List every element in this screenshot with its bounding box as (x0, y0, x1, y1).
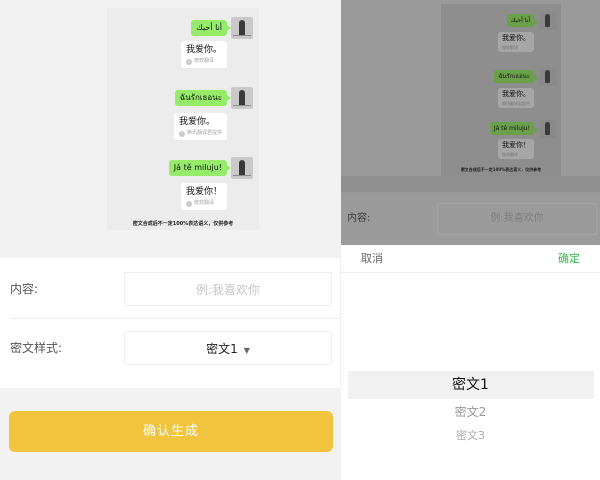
chat-preview-image-dimmed: أنا أحبك 我爱你。 微软翻译 ฉันรักเธอนะ 我爱你。 腾讯翻译… (441, 4, 561, 176)
content-label: 内容: (10, 282, 39, 296)
translation-card: 我爱你。 ✓ 微软翻译 (180, 41, 227, 68)
translation-source: 微软翻译 (502, 152, 518, 157)
chat-message: أنا أحبك 我爱你。 微软翻译 (441, 4, 561, 60)
foreign-text-bubble: أنا أحبك (506, 14, 539, 27)
foreign-text-bubble: ฉันรักเธอนะ (494, 70, 538, 83)
picker-option[interactable]: 密文3 (341, 426, 600, 446)
picker-toolbar: 取消 确定 (341, 245, 600, 273)
avatar (231, 17, 253, 39)
style-select[interactable]: 密文1 ▼ (124, 331, 332, 365)
translation-source: ✓ 腾讯翻译君提供 (178, 130, 222, 137)
content-label: 内容: (347, 213, 371, 224)
foreign-text-bubble: أنا أحبك (191, 20, 231, 36)
content-input: 例:我喜欢你 (437, 203, 597, 235)
generator-page: أنا أحبك 我爱你。 ✓ 微软翻译 ฉันรักเธอนะ 我爱你。 ✓ 腾讯… (0, 0, 340, 480)
check-icon: ✓ (185, 200, 192, 207)
style-row: 密文样式: 密文1 ▼ (0, 319, 340, 377)
translation-text: 我爱你。 (178, 117, 215, 127)
translation-card: 我爱你！ ✓ 微软翻译 (180, 183, 227, 210)
chat-message: أنا أحبك 我爱你。 ✓ 微软翻译 (107, 8, 259, 78)
foreign-text-bubble: ฉันรักเธอนะ (174, 90, 232, 106)
translation-card: 我爱你。 微软翻译 (498, 32, 534, 52)
translation-card: 我爱你。 ✓ 腾讯翻译君提供 (173, 113, 227, 140)
style-select-value: 密文1 (206, 342, 238, 356)
chat-message: Já tě miluju! 我爱你！ 微软翻译 (441, 114, 561, 168)
chat-preview-image: أنا أحبك 我爱你。 ✓ 微软翻译 ฉันรักเธอนะ 我爱你。 ✓ 腾讯… (107, 8, 259, 230)
avatar (231, 157, 253, 179)
translation-text: 我爱你。 (502, 90, 530, 98)
translation-source: ✓ 微软翻译 (185, 58, 214, 65)
cancel-button[interactable]: 取消 (361, 245, 383, 273)
translation-source: 腾讯翻译君提供 (502, 101, 530, 106)
disclaimer-text: 密文合成后不一定100%表达语义，仅供参考 (460, 167, 542, 172)
check-icon: ✓ (185, 58, 192, 65)
translation-source: ✓ 微软翻译 (185, 200, 214, 207)
translation-text: 我爱你。 (502, 34, 530, 42)
content-row-dimmed: 内容: 例:我喜欢你 (341, 195, 600, 245)
overlay-gap (341, 176, 600, 192)
translation-text: 我爱你！ (185, 187, 222, 197)
confirm-button[interactable]: 确定 (558, 245, 580, 273)
content-row: 内容: 例:我喜欢你 (0, 260, 340, 319)
confirm-generate-button[interactable]: 确认生成 (9, 411, 333, 452)
picker-option[interactable]: 密文1 (341, 371, 600, 399)
translation-source: 微软翻译 (502, 45, 518, 50)
check-icon: ✓ (178, 130, 185, 137)
form-card: 内容: 例:我喜欢你 密文样式: 密文1 ▼ (0, 258, 340, 388)
style-picker-screen: أنا أحبك 我爱你。 微软翻译 ฉันรักเธอนะ 我爱你。 腾讯翻译… (341, 0, 600, 480)
translation-text: 我爱你！ (502, 141, 530, 149)
disclaimer-text: 密文合成后不一定100%表达语义，仅供参考 (132, 221, 234, 227)
avatar (539, 68, 557, 86)
chat-message: ฉันรักเธอนะ 我爱你。 ✓ 腾讯翻译君提供 (107, 78, 259, 148)
dropdown-caret-icon: ▼ (243, 346, 250, 355)
translation-card: 我爱你！ 微软翻译 (498, 139, 534, 159)
chat-message: ฉันรักเธอนะ 我爱你。 腾讯翻译君提供 (441, 60, 561, 114)
avatar (539, 120, 557, 138)
style-picker-sheet: 取消 确定 密文1 密文2 密文3 (341, 245, 600, 480)
foreign-text-bubble: Já tě miluju! (168, 160, 232, 176)
avatar (539, 12, 557, 30)
avatar (231, 87, 253, 109)
content-input[interactable]: 例:我喜欢你 (124, 272, 332, 306)
translation-card: 我爱你。 腾讯翻译君提供 (498, 88, 534, 108)
foreign-text-bubble: Já tě miluju! (489, 122, 539, 135)
picker-option[interactable]: 密文2 (341, 402, 600, 422)
style-label: 密文样式: (10, 341, 63, 355)
translation-text: 我爱你。 (185, 45, 222, 55)
chat-message: Já tě miluju! 我爱你！ ✓ 微软翻译 (107, 148, 259, 220)
